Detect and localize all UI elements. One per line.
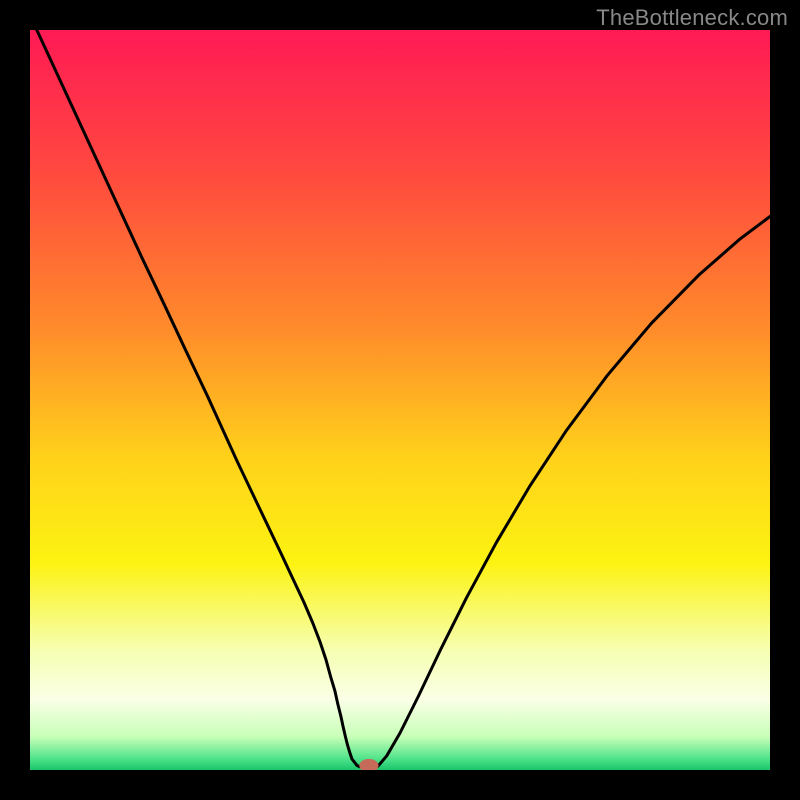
- watermark-text: TheBottleneck.com: [596, 5, 788, 31]
- gradient-background: [30, 30, 770, 770]
- chart-svg: [30, 30, 770, 770]
- plot-area: [30, 30, 770, 770]
- chart-frame: TheBottleneck.com: [0, 0, 800, 800]
